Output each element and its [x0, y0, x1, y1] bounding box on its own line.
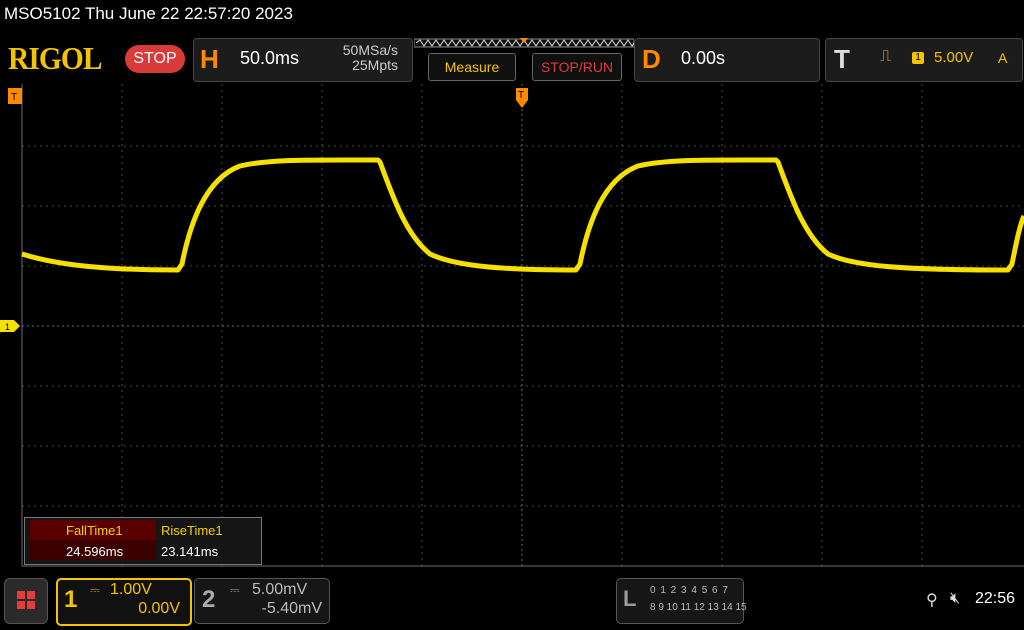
logic-label: L: [623, 586, 637, 611]
logic-channels-row-1: 0 1 2 3 4 5 6 7: [650, 585, 729, 596]
waveform-display[interactable]: T T 1: [0, 84, 1024, 570]
grid-menu-icon: [17, 591, 35, 609]
system-clock: 22:56: [975, 590, 1016, 607]
svg-text:1: 1: [5, 322, 10, 332]
trigger-source-badge: 1: [912, 52, 924, 64]
channel-1-offset: 0.00V: [138, 600, 180, 617]
rise-time-label: RiseTime1: [161, 523, 223, 538]
fall-time-value: 24.596ms: [66, 544, 124, 559]
channel-2-scale: 5.00mV: [252, 581, 308, 598]
svg-text:T: T: [11, 92, 17, 103]
dc-coupling-icon: ⎓: [90, 583, 100, 597]
memory-waveform-bar[interactable]: [414, 38, 634, 48]
channel-2-offset: -5.40mV: [261, 600, 322, 617]
trigger-label: T: [834, 44, 850, 74]
fall-time-label: FallTime1: [66, 523, 123, 538]
trigger-level: 5.00V: [934, 49, 974, 66]
timebase-value: 50.0ms: [240, 48, 300, 68]
channel-2-number: 2: [202, 586, 216, 613]
trigger-panel[interactable]: [825, 38, 1023, 82]
speaker-muted-icon[interactable]: 🔇︎: [950, 590, 960, 608]
dc-coupling-icon: ⎓: [230, 583, 240, 597]
menu-button[interactable]: [4, 578, 48, 624]
rising-edge-icon: ⎍: [880, 48, 892, 65]
run-state-badge[interactable]: STOP: [125, 45, 185, 73]
trigger-mode: A: [998, 50, 1008, 66]
device-title-line: MSO5102 Thu June 22 22:57:20 2023: [4, 4, 293, 23]
memory-depth: 25Mpts: [352, 57, 398, 73]
usb-icon: ⚲: [926, 592, 938, 609]
delay-value: 0.00s: [681, 48, 726, 68]
rigol-logo: RIGOL: [8, 40, 102, 76]
sample-rate: 50MSa/s: [342, 42, 398, 58]
channel-1-scale: 1.00V: [110, 581, 152, 598]
horizontal-label: H: [200, 44, 219, 74]
stop-run-button[interactable]: STOP/RUN: [532, 53, 622, 81]
trigger-level-icon: T: [8, 88, 22, 104]
measure-button[interactable]: Measure: [428, 53, 516, 81]
rise-time-value: 23.141ms: [161, 544, 219, 559]
delay-label: D: [642, 44, 661, 74]
delay-panel[interactable]: [634, 38, 820, 82]
logic-channels-row-2: 8 9 10 11 12 13 14 15: [650, 602, 747, 613]
svg-text:T: T: [518, 90, 524, 101]
channel-1-number: 1: [64, 586, 78, 613]
